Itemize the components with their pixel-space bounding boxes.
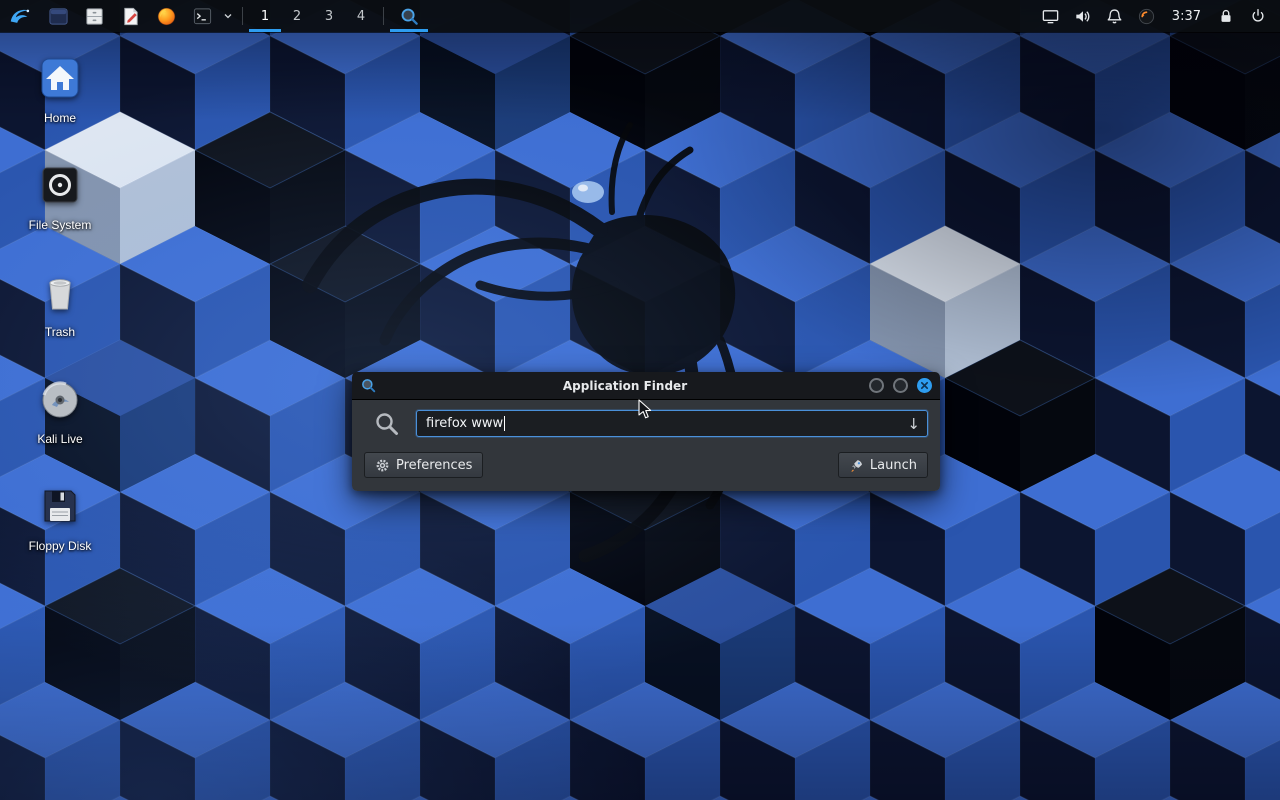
taskbar-application-finder[interactable] bbox=[390, 0, 428, 32]
panel-clock[interactable]: 3:37 bbox=[1163, 9, 1210, 24]
lock-screen-button[interactable] bbox=[1210, 0, 1242, 32]
desktop-icon-kali-live[interactable]: Kali Live bbox=[12, 375, 108, 482]
button-row: Preferences Launch bbox=[364, 452, 928, 478]
desktop-icon-label: Kali Live bbox=[37, 432, 82, 446]
launch-rocket-icon bbox=[849, 458, 864, 473]
desktop-icon-trash[interactable]: Trash bbox=[12, 268, 108, 375]
desktop-icon-file-system[interactable]: File System bbox=[12, 161, 108, 268]
notifications-tray[interactable] bbox=[1099, 0, 1131, 32]
search-icon bbox=[374, 411, 400, 437]
system-tray: 3:37 bbox=[1035, 0, 1280, 32]
finder-body: firefox www ↓ Preferences bbox=[352, 400, 940, 491]
drive-icon bbox=[36, 161, 84, 209]
desktop-icon-label: Home bbox=[44, 111, 76, 125]
desktop-icon-label: File System bbox=[29, 218, 92, 232]
kali-logo-icon bbox=[8, 4, 32, 28]
logout-power-button[interactable] bbox=[1242, 0, 1274, 32]
power-icon bbox=[1249, 7, 1267, 25]
minimize-button[interactable] bbox=[869, 378, 884, 393]
launch-label: Launch bbox=[870, 458, 917, 473]
search-input[interactable]: firefox www ↓ bbox=[416, 410, 928, 437]
workspace-button-4[interactable]: 4 bbox=[345, 0, 377, 32]
top-panel: 1 2 3 4 bbox=[0, 0, 1280, 32]
panel-separator bbox=[383, 7, 384, 25]
maximize-button[interactable] bbox=[893, 378, 908, 393]
search-row: firefox www ↓ bbox=[364, 410, 928, 437]
desktop-icon-column: Home File System Trash bbox=[12, 54, 108, 589]
volume-tray[interactable] bbox=[1067, 0, 1099, 32]
text-caret bbox=[504, 416, 505, 431]
workspace-button-3[interactable]: 3 bbox=[313, 0, 345, 32]
launcher-text-editor[interactable] bbox=[112, 0, 148, 32]
window-title: Application Finder bbox=[381, 379, 869, 393]
speaker-icon bbox=[1073, 7, 1092, 26]
kali-menu-button[interactable] bbox=[0, 0, 40, 32]
preferences-label: Preferences bbox=[396, 458, 472, 473]
panel-separator bbox=[242, 7, 243, 25]
close-button[interactable] bbox=[917, 378, 932, 393]
search-input-value: firefox www bbox=[426, 416, 503, 431]
app-finder-icon bbox=[360, 377, 377, 394]
bell-icon bbox=[1105, 7, 1124, 26]
entry-dropdown-icon[interactable]: ↓ bbox=[907, 414, 920, 434]
close-icon bbox=[920, 381, 929, 390]
desktop-icon-floppy-disk[interactable]: Floppy Disk bbox=[12, 482, 108, 589]
floppy-icon bbox=[36, 482, 84, 530]
firefox-icon bbox=[156, 6, 177, 27]
magnifier-icon bbox=[399, 6, 420, 27]
launcher-terminal[interactable] bbox=[184, 0, 220, 32]
workspace-button-1[interactable]: 1 bbox=[249, 0, 281, 32]
launch-button[interactable]: Launch bbox=[838, 452, 928, 478]
file-cabinet-icon bbox=[84, 6, 105, 27]
chevron-down-icon bbox=[223, 11, 233, 21]
terminal-icon bbox=[192, 6, 213, 27]
text-editor-icon bbox=[120, 6, 141, 27]
lock-icon bbox=[1217, 7, 1235, 25]
workspace-button-2[interactable]: 2 bbox=[281, 0, 313, 32]
preferences-button[interactable]: Preferences bbox=[364, 452, 483, 478]
status-indicator-tray[interactable] bbox=[1131, 0, 1163, 32]
display-icon bbox=[1041, 7, 1060, 26]
trash-icon bbox=[36, 268, 84, 316]
desktop-icon-home[interactable]: Home bbox=[12, 54, 108, 161]
desktop-screen: Home File System Trash bbox=[0, 0, 1280, 800]
home-icon bbox=[36, 54, 84, 102]
desktop-icon-label: Floppy Disk bbox=[29, 539, 92, 553]
application-finder-window: Application Finder firefox www bbox=[352, 372, 940, 491]
desktop-icon-label: Trash bbox=[45, 325, 75, 339]
window-controls bbox=[869, 378, 932, 393]
launcher-file-manager[interactable] bbox=[76, 0, 112, 32]
launcher-firefox[interactable] bbox=[148, 0, 184, 32]
terminal-launcher-expander[interactable] bbox=[220, 0, 236, 32]
window-icon bbox=[48, 6, 69, 27]
display-settings-tray[interactable] bbox=[1035, 0, 1067, 32]
launcher-window-manager[interactable] bbox=[40, 0, 76, 32]
sync-indicator-icon bbox=[1137, 7, 1156, 26]
gear-icon bbox=[375, 458, 390, 473]
titlebar[interactable]: Application Finder bbox=[352, 372, 940, 400]
cd-disc-icon bbox=[36, 375, 84, 423]
